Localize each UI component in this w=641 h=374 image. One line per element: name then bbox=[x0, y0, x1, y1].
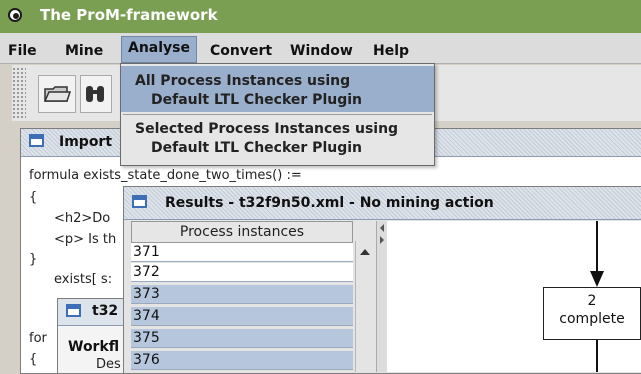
node-number: 2 bbox=[587, 293, 597, 309]
code-line: <p> Is th bbox=[54, 232, 117, 247]
menu-item-all-instances-ltl[interactable]: All Process Instances using Default LTL … bbox=[121, 66, 434, 112]
menu-item-selected-instances-ltl[interactable]: Selected Process Instances using Default… bbox=[121, 117, 434, 163]
code-line: exists[ s: bbox=[54, 272, 113, 287]
app-title: The ProM-framework bbox=[40, 6, 218, 24]
node-status: complete bbox=[559, 311, 625, 327]
code-line: { bbox=[29, 352, 38, 367]
open-button[interactable] bbox=[38, 75, 76, 113]
code-line: { bbox=[29, 190, 38, 205]
code-line: } bbox=[29, 252, 38, 267]
code-line: <h2>Do bbox=[54, 211, 111, 226]
menu-item-label: Default LTL Checker Plugin bbox=[151, 140, 362, 156]
list-scrollbar[interactable] bbox=[355, 241, 374, 372]
window-icon bbox=[29, 134, 44, 147]
prom-app-icon bbox=[8, 8, 22, 22]
workflow-label: Workfl bbox=[68, 339, 120, 355]
list-item[interactable]: 371 bbox=[131, 243, 353, 262]
window-icon bbox=[66, 304, 81, 317]
t32-window-titlebar[interactable]: t32 bbox=[58, 299, 128, 326]
window-icon bbox=[132, 195, 147, 208]
split-pane-divider[interactable] bbox=[376, 221, 387, 372]
menu-separator bbox=[123, 114, 432, 115]
process-instances-header[interactable]: Process instances bbox=[131, 221, 353, 243]
t32-window: t32 Workfl Des bbox=[57, 298, 129, 374]
menu-analyse[interactable]: Analyse bbox=[121, 36, 198, 63]
menu-mine[interactable]: Mine bbox=[65, 43, 103, 59]
collapse-arrows-icon[interactable] bbox=[377, 221, 387, 261]
import-window-title: Import bbox=[59, 134, 113, 150]
search-button[interactable] bbox=[80, 75, 112, 113]
folder-icon bbox=[43, 86, 72, 102]
scroll-up-icon[interactable] bbox=[356, 243, 374, 261]
list-item[interactable]: 372 bbox=[131, 263, 353, 282]
list-item[interactable]: 375 bbox=[131, 329, 353, 348]
menu-help[interactable]: Help bbox=[373, 43, 409, 59]
toolbar-grip[interactable] bbox=[12, 67, 26, 119]
description-label: Des bbox=[96, 357, 121, 372]
menu-bar: File Mine Analyse Convert Window Help bbox=[0, 33, 641, 64]
binoculars-icon bbox=[86, 86, 104, 102]
menu-item-label: All Process Instances using bbox=[135, 73, 351, 89]
process-node[interactable]: 2 complete bbox=[543, 287, 641, 340]
list-item[interactable]: 373 bbox=[131, 285, 353, 304]
app-titlebar: The ProM-framework bbox=[0, 0, 641, 33]
code-line: for bbox=[29, 331, 47, 346]
list-item[interactable]: 374 bbox=[131, 307, 353, 326]
menu-window[interactable]: Window bbox=[290, 43, 353, 59]
menu-file[interactable]: File bbox=[8, 43, 37, 59]
results-window-titlebar[interactable]: Results - t32f9n50.xml - No mining actio… bbox=[124, 187, 641, 220]
t32-window-title: t32 bbox=[92, 303, 119, 319]
menu-item-label: Selected Process Instances using bbox=[135, 121, 399, 137]
list-item[interactable]: 376 bbox=[131, 351, 353, 370]
menu-item-label: Default LTL Checker Plugin bbox=[151, 92, 362, 108]
results-window-title: Results - t32f9n50.xml - No mining actio… bbox=[165, 195, 494, 211]
menu-convert[interactable]: Convert bbox=[210, 43, 272, 59]
analyse-dropdown-menu: All Process Instances using Default LTL … bbox=[120, 63, 435, 166]
code-line: formula exists_state_done_two_times() := bbox=[29, 168, 302, 183]
